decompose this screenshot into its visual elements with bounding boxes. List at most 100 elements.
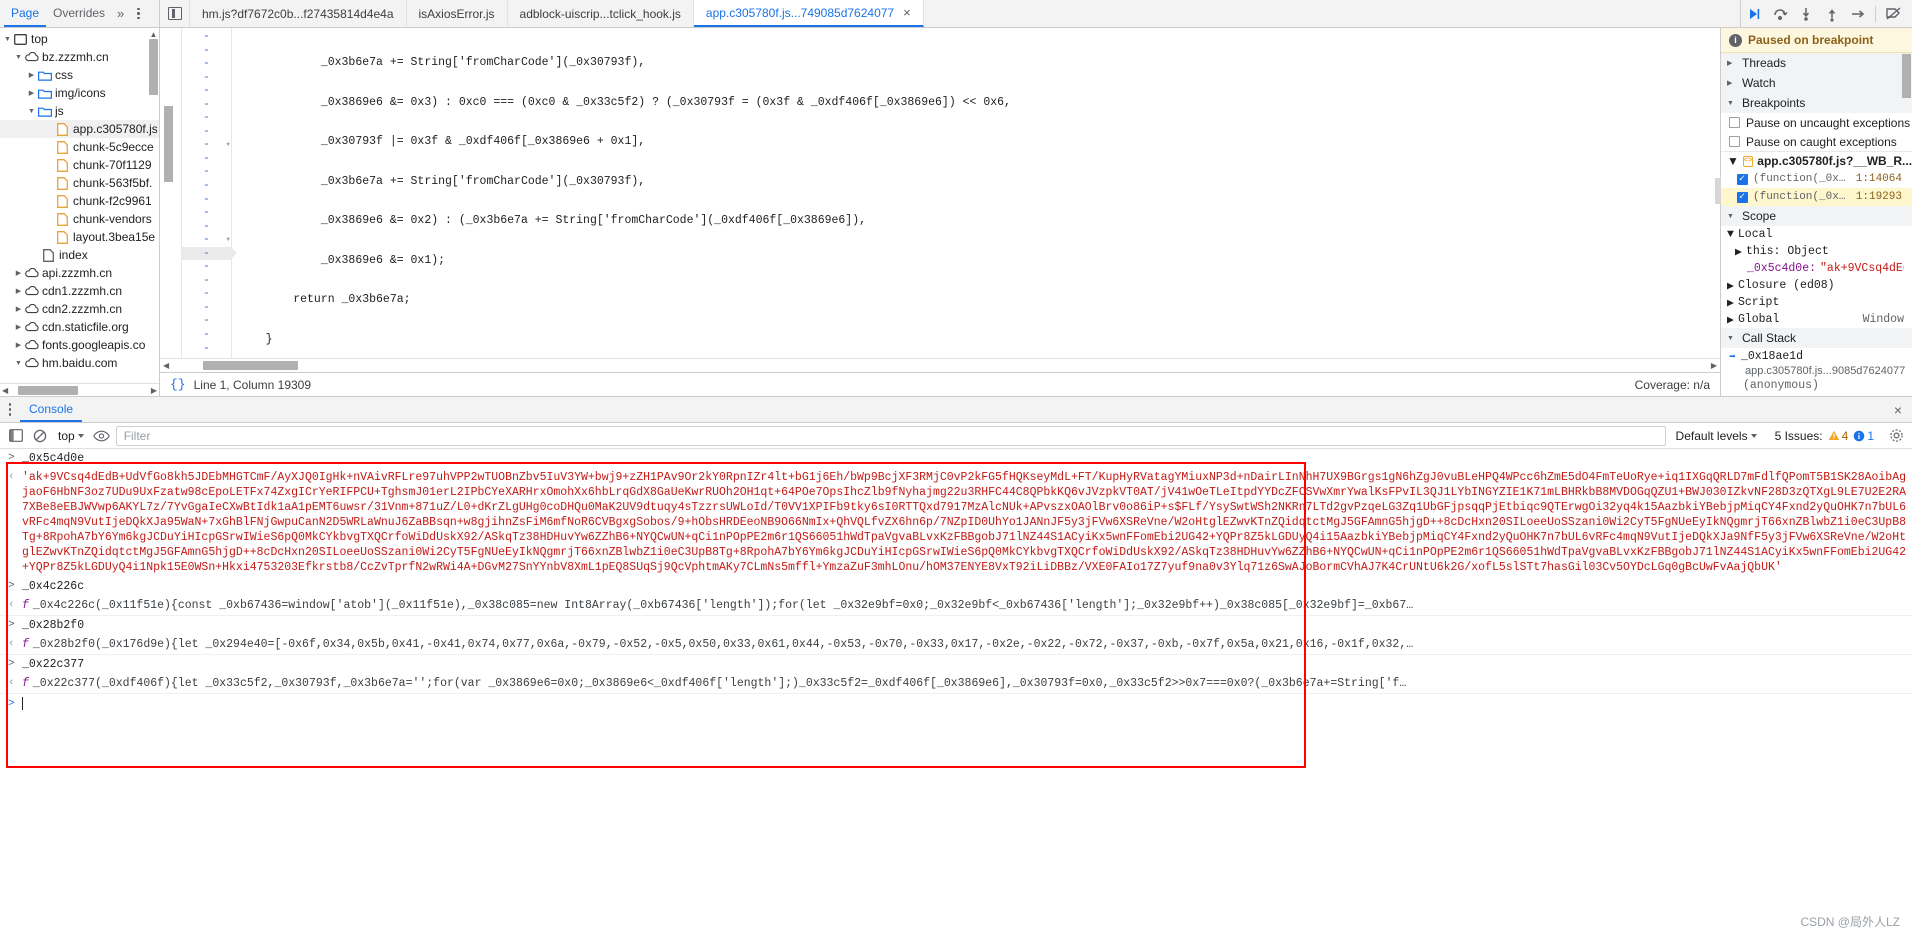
scope-variable-0x5c4d0e[interactable]: _0x5c4d0e: "ak+9VCsq4dEdB+: [1721, 260, 1912, 277]
close-drawer-icon[interactable]: ×: [1884, 402, 1912, 418]
file-tab-hmjs[interactable]: hm.js?df7672c0b...f27435814d4e4a: [190, 0, 407, 27]
tree-item-top[interactable]: top: [0, 30, 159, 48]
code-line[interactable]: _0x3869e6 &= 0x1);: [232, 254, 1720, 268]
line-number[interactable]: -: [182, 44, 231, 58]
checkbox-icon[interactable]: [1737, 173, 1748, 185]
tree-item-index[interactable]: index: [0, 246, 159, 264]
console-sidebar-toggle[interactable]: [6, 426, 26, 446]
breakpoint-item[interactable]: (function(_0x… 1:14064: [1721, 170, 1912, 188]
chevron-right-icon[interactable]: [13, 269, 24, 277]
chevron-right-icon[interactable]: [26, 71, 37, 79]
line-number[interactable]: -: [182, 342, 231, 356]
console-input-entry[interactable]: > _0x22c377: [0, 655, 1912, 674]
scope-this[interactable]: ▶ this: Object: [1721, 243, 1912, 260]
live-expression-button[interactable]: [92, 426, 112, 446]
line-number[interactable]: -: [182, 179, 231, 193]
chevron-right-icon[interactable]: ▶: [1727, 79, 1737, 87]
chevron-down-icon[interactable]: [1750, 433, 1757, 438]
chevron-down-icon[interactable]: ▼: [1727, 154, 1739, 168]
file-tab-adblock-hook[interactable]: adblock-uiscrip...tclick_hook.js: [508, 0, 694, 27]
line-number[interactable]: -: [182, 260, 231, 274]
line-number[interactable]: -: [182, 220, 231, 234]
console-output[interactable]: > _0x5c4d0e ‹ 'ak+9VCsq4dEdB+UdVfGo8kh5J…: [0, 449, 1912, 936]
source-editor[interactable]: - - - - - - - - - ▼ - - - - - - - ▼ - - …: [160, 28, 1720, 358]
line-number-active[interactable]: -: [182, 246, 237, 261]
line-number[interactable]: -: [182, 30, 231, 44]
line-number[interactable]: -: [182, 287, 231, 301]
chevron-down-icon[interactable]: ▼: [1727, 213, 1737, 220]
step-button[interactable]: [1845, 0, 1871, 27]
console-filter-input[interactable]: Filter: [115, 425, 1666, 446]
tree-item-fonts-googleapis[interactable]: fonts.googleapis.co: [0, 336, 159, 354]
tab-overrides[interactable]: Overrides: [46, 0, 112, 27]
chevron-down-icon[interactable]: ▼: [1727, 335, 1737, 342]
log-level-select[interactable]: Default levels: [1670, 429, 1763, 443]
navigator-horizontal-scrollbar[interactable]: ◀ ▶: [0, 383, 159, 396]
chevron-down-icon[interactable]: [13, 54, 24, 61]
checkbox-pause-caught[interactable]: Pause on caught exceptions: [1721, 132, 1912, 151]
tree-item-chunk-563f5bf[interactable]: chunk-563f5bf.: [0, 174, 159, 192]
tree-item-hm-baidu-com[interactable]: hm.baidu.com: [0, 354, 159, 372]
code-line[interactable]: _0x3869e6 &= 0x2) : (_0x3b6e7a += String…: [232, 214, 1720, 228]
section-scope[interactable]: ▼ Scope: [1721, 206, 1912, 226]
chevron-right-icon[interactable]: [13, 341, 24, 349]
drawer-menu-icon[interactable]: [0, 403, 20, 416]
line-number[interactable]: -: [182, 274, 231, 288]
pretty-print-icon[interactable]: {}: [170, 377, 186, 392]
step-into-button[interactable]: [1793, 0, 1819, 27]
line-number[interactable]: -: [182, 152, 231, 166]
line-number[interactable]: -: [182, 111, 231, 125]
tree-item-bz-zzzmh-cn[interactable]: bz.zzzmh.cn: [0, 48, 159, 66]
resume-button[interactable]: [1741, 0, 1767, 27]
chevron-right-icon[interactable]: [26, 89, 37, 97]
tree-item-cdn2-zzzmh-cn[interactable]: cdn2.zzzmh.cn: [0, 300, 159, 318]
scrollbar-track[interactable]: [10, 385, 149, 395]
console-input-entry[interactable]: > _0x28b2f0: [0, 616, 1912, 635]
code-line[interactable]: }: [232, 333, 1720, 347]
breakpoint-item-active[interactable]: (function(_0x… 1:19293: [1721, 188, 1912, 206]
scrollbar-track[interactable]: [173, 361, 1707, 370]
issues-summary[interactable]: 5 Issues: 4 1: [1767, 429, 1882, 443]
line-number[interactable]: -: [182, 57, 231, 71]
chevron-right-icon[interactable]: [13, 323, 24, 331]
checkbox-icon[interactable]: [1729, 136, 1740, 147]
console-prompt[interactable]: >: [0, 694, 1912, 713]
code-line[interactable]: _0x30793f |= 0x3f & _0xdf406f[_0x3869e6 …: [232, 135, 1720, 149]
chevron-right-icon[interactable]: ▶: [1727, 59, 1737, 67]
chevron-right-icon[interactable]: ▶: [1735, 244, 1742, 259]
scroll-left-icon[interactable]: ◀: [163, 361, 169, 370]
breakpoint-file-group[interactable]: ▼ <> app.c305780f.js?__WB_R...: [1721, 151, 1912, 170]
deactivate-breakpoints-button[interactable]: [1880, 0, 1906, 27]
chevron-right-icon[interactable]: ▶: [1727, 278, 1734, 293]
line-number[interactable]: -: [182, 98, 231, 112]
editor-horizontal-scrollbar[interactable]: ◀ ▶: [160, 358, 1720, 372]
tree-item-cdn-staticfile-org[interactable]: cdn.staticfile.org: [0, 318, 159, 336]
tree-item-cdn1-zzzmh-cn[interactable]: cdn1.zzzmh.cn: [0, 282, 159, 300]
chevron-down-icon[interactable]: [13, 360, 24, 367]
code-line[interactable]: _0x3b6e7a += String['fromCharCode'](_0x3…: [232, 175, 1720, 189]
tree-item-app-c305780f-js[interactable]: app.c305780f.js: [0, 120, 159, 138]
tree-item-chunk-vendors[interactable]: chunk-vendors: [0, 210, 159, 228]
tab-console[interactable]: Console: [20, 397, 83, 422]
scrollbar-thumb[interactable]: [164, 106, 173, 182]
code-line[interactable]: return _0x3b6e7a;: [232, 293, 1720, 307]
chevron-down-icon[interactable]: ▼: [1727, 100, 1737, 107]
chevron-down-icon[interactable]: [77, 433, 84, 438]
step-out-button[interactable]: [1819, 0, 1845, 27]
chevron-right-icon[interactable]: ▶: [1727, 312, 1734, 327]
console-settings-icon[interactable]: [1886, 426, 1906, 446]
step-over-button[interactable]: [1767, 0, 1793, 27]
close-icon[interactable]: ×: [903, 5, 911, 20]
scroll-left-icon[interactable]: ◀: [2, 386, 8, 395]
scroll-up-icon[interactable]: ▲: [150, 30, 158, 39]
tree-item-chunk-f2c9961[interactable]: chunk-f2c9961: [0, 192, 159, 210]
chevron-down-icon[interactable]: [26, 108, 37, 115]
info-count[interactable]: 1: [1853, 429, 1874, 443]
code-line[interactable]: _0x3869e6 &= 0x3) : 0xc0 === (0xc0 & _0x…: [232, 96, 1720, 110]
file-tab-app-c305780f[interactable]: app.c305780f.js...749085d7624077 ×: [693, 0, 924, 27]
line-number[interactable]: -: [182, 301, 231, 315]
line-number[interactable]: -: [182, 193, 231, 207]
tree-item-api-zzzmh-cn[interactable]: api.zzzmh.cn: [0, 264, 159, 282]
scope-global[interactable]: ▶ Global Window: [1721, 311, 1912, 328]
call-stack-frame-current[interactable]: ➡ _0x18ae1d: [1721, 348, 1912, 365]
